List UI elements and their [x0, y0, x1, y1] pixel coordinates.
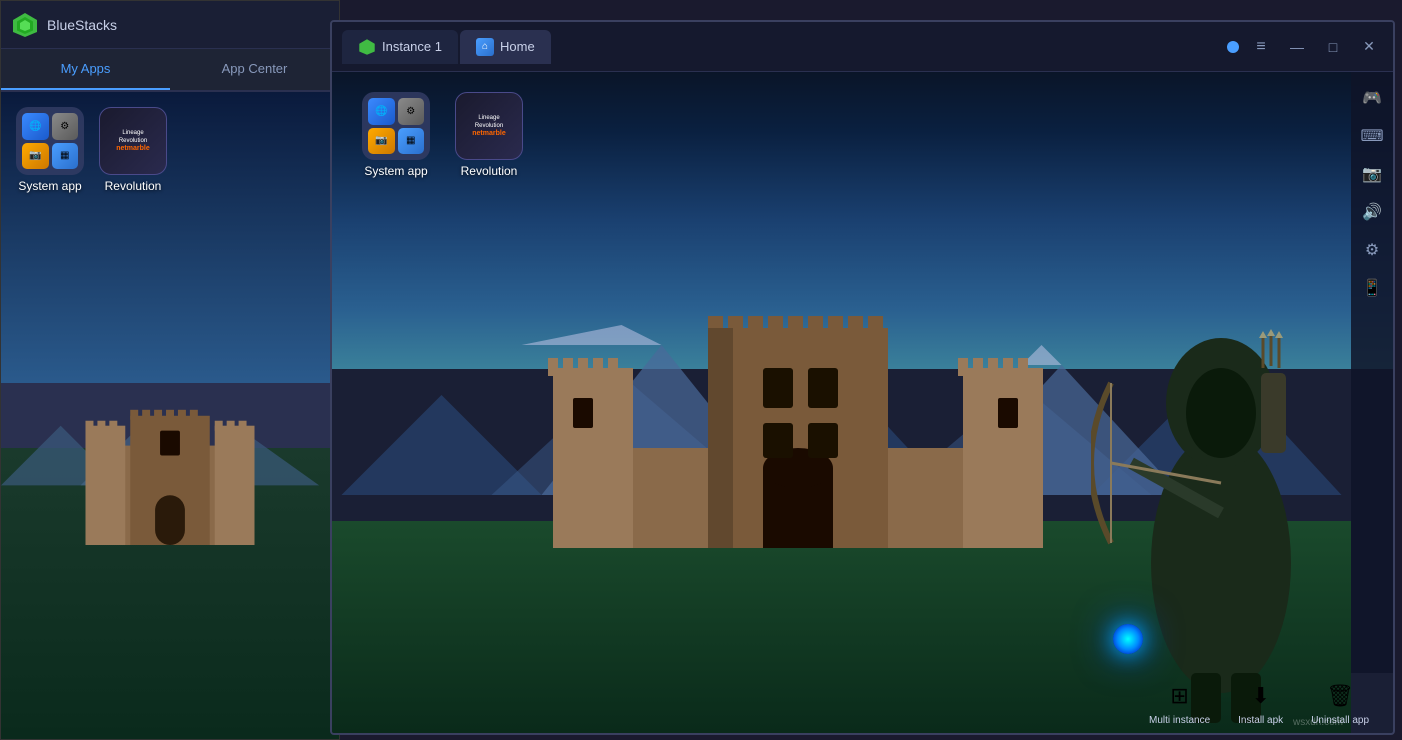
close-button[interactable]: ✕ [1355, 33, 1383, 61]
install-apk-icon: ⬇ [1245, 680, 1277, 712]
grid-icon: ▦ [52, 143, 79, 170]
system-app-label-main: System app [364, 164, 427, 178]
home-tab-label: Home [500, 39, 535, 54]
install-apk-label: Install apk [1238, 715, 1283, 726]
uninstall-app-icon: 🗑 [1324, 680, 1356, 712]
outer-content-area: 🌐 ⚙ 📷 ▦ System app LineageRevolution net… [1, 92, 339, 739]
main-apps-grid: 🌐 ⚙ 📷 ▦ System app LineageRevolution net… [362, 92, 523, 178]
globe-mini-icon: 🌐 [368, 98, 395, 125]
system-app-icon-main[interactable]: 🌐 ⚙ 📷 ▦ [362, 92, 430, 160]
sidebar-icon-5[interactable]: 📱 [1356, 272, 1388, 304]
home-tab-icon: ⌂ [476, 38, 494, 56]
instance-tab-label: Instance 1 [382, 39, 442, 54]
multi-instance-icon: ⊞ [1164, 680, 1196, 712]
camera-mini-icon: 📷 [368, 128, 395, 155]
minimize-button[interactable]: — [1283, 33, 1311, 61]
revolution-label-outer: Revolution [105, 179, 162, 193]
maximize-button[interactable]: □ [1319, 33, 1347, 61]
revolution-icon-main[interactable]: LineageRevolution netmarble [455, 92, 523, 160]
main-titlebar: Instance 1 ⌂ Home ≡ — □ ✕ [332, 22, 1393, 72]
bluestacks-logo [11, 11, 39, 39]
tab-my-apps[interactable]: My Apps [1, 49, 170, 90]
main-instance-window: Instance 1 ⌂ Home ≡ — □ ✕ [330, 20, 1395, 735]
sidebar-icon-4[interactable]: ⚙ [1356, 234, 1388, 266]
revolution-icon-outer[interactable]: LineageRevolution netmarble [99, 107, 167, 175]
titlebar-controls: ≡ — □ ✕ [1227, 33, 1383, 61]
watermark: wsxdn.com [1293, 717, 1343, 728]
status-dot [1227, 41, 1239, 53]
home-tab[interactable]: ⌂ Home [460, 30, 551, 64]
bottom-toolbar: ⊞ Multi instance ⬇ Install apk 🗑 Uninsta… [1125, 673, 1393, 733]
globe-icon: 🌐 [22, 113, 49, 140]
sidebar-icon-2[interactable]: 📷 [1356, 158, 1388, 190]
revolution-label-main: Revolution [461, 164, 518, 178]
revolution-app-main[interactable]: LineageRevolution netmarble Revolution [455, 92, 523, 178]
system-app-label-outer: System app [18, 179, 81, 193]
system-app-main[interactable]: 🌐 ⚙ 📷 ▦ System app [362, 92, 430, 178]
outer-nav: My Apps App Center [1, 49, 339, 92]
magic-orb [1113, 624, 1143, 654]
multi-instance-label: Multi instance [1149, 715, 1210, 726]
tab-app-center[interactable]: App Center [170, 49, 339, 90]
outer-titlebar: BlueStacks [1, 1, 339, 49]
outer-window-title: BlueStacks [47, 17, 117, 33]
sidebar-icon-3[interactable]: 🔊 [1356, 196, 1388, 228]
grid-mini-icon: ▦ [398, 128, 425, 155]
system-app-outer[interactable]: 🌐 ⚙ 📷 ▦ System app [16, 107, 84, 193]
outer-bluestacks-window: BlueStacks My Apps App Center [0, 0, 340, 740]
menu-icon[interactable]: ≡ [1247, 33, 1275, 61]
right-sidebar: 🎮 ⌨ 📷 🔊 ⚙ 📱 [1351, 72, 1393, 673]
instance-tab[interactable]: Instance 1 [342, 30, 458, 64]
camera-icon: 📷 [22, 143, 49, 170]
main-content: 🌐 ⚙ 📷 ▦ System app LineageRevolution net… [332, 72, 1393, 733]
gear-mini-icon: ⚙ [398, 98, 425, 125]
sidebar-icon-1[interactable]: ⌨ [1356, 120, 1388, 152]
revolution-app-outer[interactable]: LineageRevolution netmarble Revolution [99, 107, 167, 193]
gear-icon: ⚙ [52, 113, 79, 140]
system-app-icon-outer[interactable]: 🌐 ⚙ 📷 ▦ [16, 107, 84, 175]
install-apk-button[interactable]: ⬇ Install apk [1224, 674, 1297, 732]
outer-apps-grid: 🌐 ⚙ 📷 ▦ System app LineageRevolution net… [16, 107, 167, 193]
sidebar-icon-0[interactable]: 🎮 [1356, 82, 1388, 114]
castle-svg [523, 268, 1073, 548]
multi-instance-button[interactable]: ⊞ Multi instance [1135, 674, 1224, 732]
